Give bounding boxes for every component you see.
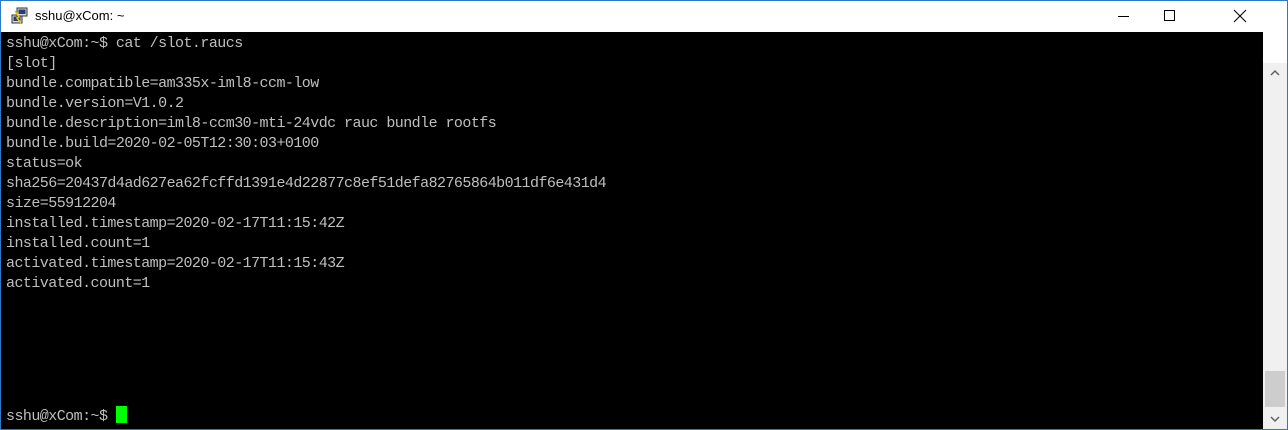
scroll-up-button[interactable] <box>1263 63 1287 83</box>
terminal-prompt-line: sshu@xCom:~$ <box>6 406 127 426</box>
terminal-line: status=ok <box>6 155 83 172</box>
terminal-line: activated.count=1 <box>6 275 150 292</box>
putty-icon[interactable] <box>11 7 29 25</box>
chevron-up-icon <box>1270 69 1280 76</box>
close-icon <box>1233 9 1247 23</box>
minimize-icon <box>1118 16 1129 17</box>
terminal-line: bundle.compatible=am335x-iml8-ccm-low <box>6 75 319 92</box>
vertical-scrollbar[interactable] <box>1263 63 1287 429</box>
scroll-down-button[interactable] <box>1263 409 1287 429</box>
terminal-line: sha256=20437d4ad627ea62fcffd1391e4d22877… <box>6 175 607 192</box>
terminal-line: activated.timestamp=2020-02-17T11:15:43Z <box>6 255 345 272</box>
terminal-window: sshu@xCom: ~ sshu@xCom:~$ cat /slot.rauc… <box>0 0 1288 430</box>
terminal-output[interactable]: sshu@xCom:~$ cat /slot.raucs [slot] bund… <box>1 32 1263 429</box>
terminal-line: size=55912204 <box>6 195 116 212</box>
terminal-line: bundle.build=2020-02-05T12:30:03+0100 <box>6 135 319 152</box>
terminal-line: bundle.version=V1.0.2 <box>6 95 184 112</box>
terminal-prompt: sshu@xCom:~$ <box>6 408 116 425</box>
scroll-thumb[interactable] <box>1265 371 1285 407</box>
maximize-icon <box>1164 10 1175 21</box>
chevron-down-icon <box>1270 416 1280 423</box>
terminal-line: installed.count=1 <box>6 235 150 252</box>
window-title: sshu@xCom: ~ <box>35 8 125 23</box>
terminal-line: installed.timestamp=2020-02-17T11:15:42Z <box>6 215 345 232</box>
title-bar[interactable]: sshu@xCom: ~ <box>1 1 1287 31</box>
terminal-line: [slot] <box>6 55 57 72</box>
terminal-line: bundle.description=iml8-ccm30-mti-24vdc … <box>6 115 497 132</box>
terminal-cursor <box>115 406 127 423</box>
minimize-button[interactable] <box>1101 1 1147 31</box>
maximize-button[interactable] <box>1147 1 1193 31</box>
close-button[interactable] <box>1217 1 1263 31</box>
terminal-line: sshu@xCom:~$ cat /slot.raucs <box>6 35 243 52</box>
